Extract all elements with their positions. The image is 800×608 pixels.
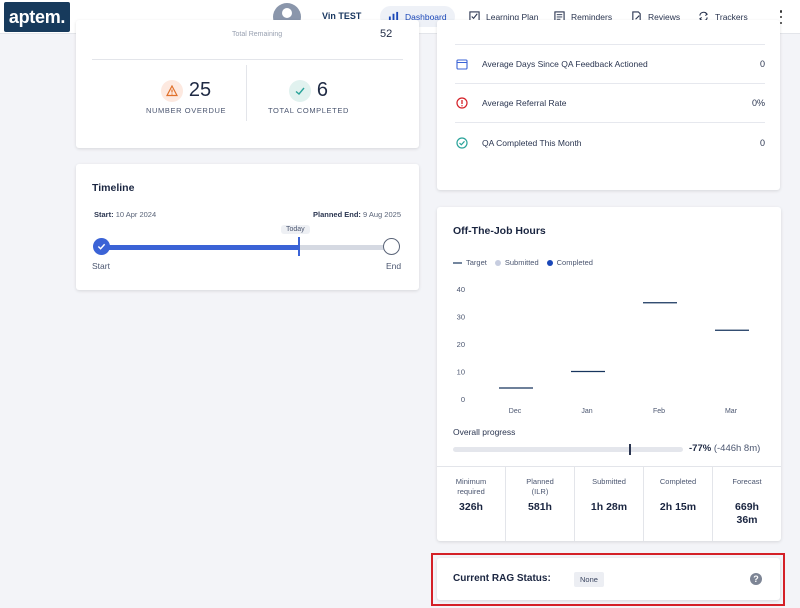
completed-count: 6	[316, 79, 329, 101]
check-circle-icon	[455, 136, 469, 150]
metric-value: 0	[759, 137, 765, 148]
metric-label: Average Days Since QA Feedback Actioned	[482, 59, 648, 69]
divider	[92, 59, 403, 60]
x-tick-label: Dec	[509, 408, 522, 415]
chart-legend: Target Submitted Completed	[453, 258, 601, 267]
otj-bar-chart: 0 10 20 30 40 Dec Jan Feb Mar	[457, 285, 749, 415]
summary-completed: Completed 2h 15m	[644, 467, 713, 541]
overdue-count: 25	[188, 79, 212, 101]
start-label: Start	[92, 261, 110, 271]
metric-label: QA Completed This Month	[482, 137, 582, 148]
summary-planned-ilr: Planned (ILR) 581h	[506, 467, 575, 541]
rag-status-label: Current RAG Status:	[453, 573, 551, 584]
end-label: End	[386, 261, 402, 271]
metric-row-qa-completed: QA Completed This Month 0	[455, 123, 765, 162]
overdue-label: NUMBER OVERDUE	[146, 106, 227, 115]
metric-label: Average Referral Rate	[482, 98, 567, 108]
calendar-icon	[455, 57, 469, 71]
rag-status-badge[interactable]: None	[574, 572, 604, 587]
qa-metrics-card: Average Days Since QA Feedback Actioned …	[437, 20, 780, 190]
off-the-job-hours-card: Off-The-Job Hours Target Submitted Compl…	[437, 207, 781, 541]
timeline-track	[100, 245, 394, 250]
timeline-progress-fill	[100, 245, 300, 250]
check-icon	[288, 79, 311, 102]
warning-icon	[160, 79, 183, 102]
x-tick-label: Jan	[581, 408, 592, 415]
y-tick-label: 30	[457, 313, 465, 322]
metric-row-qa-feedback: Average Days Since QA Feedback Actioned …	[455, 45, 765, 84]
completed-stat: 6 TOTAL COMPLETED	[268, 79, 349, 115]
today-marker	[298, 237, 300, 256]
summary-submitted: Submitted 1h 28m	[575, 467, 644, 541]
overall-progress-value: -77% (-446h 8m)	[689, 443, 761, 454]
overall-progress-label: Overall progress	[453, 427, 516, 437]
today-badge: Today	[281, 225, 310, 234]
timeline-end-date: Planned End: 9 Aug 2025	[313, 210, 401, 219]
completed-label: TOTAL COMPLETED	[268, 106, 349, 115]
y-tick-label: 40	[457, 285, 465, 294]
aptem-logo[interactable]: aptem.	[4, 2, 70, 32]
end-circle-icon	[383, 238, 400, 255]
overdue-stat: 25 NUMBER OVERDUE	[146, 79, 226, 115]
timeline-start-date: Start: 10 Apr 2024	[94, 210, 157, 219]
help-icon[interactable]: ?	[750, 573, 762, 585]
metric-value: 0	[759, 59, 765, 69]
total-remaining-label: Total Remaining	[232, 31, 283, 38]
legend-target: Target	[453, 258, 487, 267]
overall-progress-track	[453, 447, 683, 452]
x-tick-label: Feb	[653, 408, 665, 415]
y-tick-label: 20	[457, 340, 465, 349]
metric-value: 0%	[751, 98, 765, 108]
divider	[246, 65, 247, 121]
legend-completed: Completed	[546, 258, 593, 267]
alert-circle-icon	[455, 96, 469, 110]
start-check-icon	[93, 238, 110, 255]
timeline-title: Timeline	[92, 182, 135, 194]
y-tick-label: 10	[457, 368, 465, 377]
legend-submitted: Submitted	[494, 258, 539, 267]
otj-summary-table: Minimum required 326h Planned (ILR) 581h S…	[437, 466, 781, 541]
timeline-card: Timeline Start: 10 Apr 2024 Planned End:…	[76, 164, 419, 290]
total-remaining-value: 52	[380, 28, 393, 40]
x-tick-label: Mar	[725, 408, 738, 415]
rag-status-card: Current RAG Status: None ?	[437, 558, 780, 600]
summary-forecast: Forecast 669h 36m	[732, 477, 762, 526]
overview-card: Total Remaining 52 25 NUMBER OVERDUE 6 T…	[76, 20, 419, 148]
y-tick-label: 0	[461, 395, 465, 404]
summary-minimum-required: Minimum required 326h	[437, 467, 506, 541]
metric-row-referral-rate: Average Referral Rate 0%	[455, 84, 765, 123]
overall-progress-marker	[629, 444, 631, 455]
otj-title: Off-The-Job Hours	[453, 225, 546, 237]
